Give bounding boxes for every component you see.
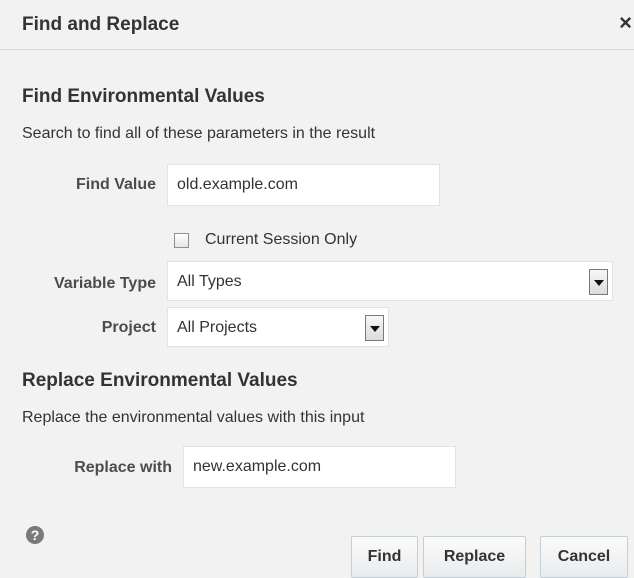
find-value-label: Find Value bbox=[75, 176, 156, 193]
current-session-checkbox[interactable] bbox=[174, 233, 189, 248]
dialog-title: Find and Replace bbox=[22, 14, 180, 35]
find-section-title: Find Environmental Values bbox=[22, 86, 265, 107]
replace-section-title: Replace Environmental Values bbox=[22, 370, 298, 391]
replace-with-input[interactable] bbox=[183, 446, 456, 488]
find-section-description: Search to find all of these parameters i… bbox=[22, 125, 376, 142]
variable-type-label: Variable Type bbox=[54, 275, 156, 292]
project-dropdown-button[interactable] bbox=[365, 315, 384, 341]
variable-type-select[interactable]: All Types bbox=[167, 261, 613, 301]
replace-section-description: Replace the environmental values with th… bbox=[22, 409, 365, 426]
current-session-label: Current Session Only bbox=[205, 231, 358, 248]
close-icon[interactable]: × bbox=[619, 12, 632, 34]
replace-with-label: Replace with bbox=[74, 459, 172, 476]
project-select[interactable]: All Projects bbox=[167, 307, 389, 347]
help-icon[interactable]: ? bbox=[26, 526, 44, 544]
chevron-down-icon bbox=[594, 280, 604, 286]
variable-type-value: All Types bbox=[177, 273, 242, 290]
find-value-input[interactable] bbox=[167, 164, 440, 206]
dialog-header: Find and Replace × bbox=[0, 0, 634, 50]
chevron-down-icon bbox=[370, 326, 380, 332]
project-value: All Projects bbox=[177, 319, 258, 336]
variable-type-dropdown-button[interactable] bbox=[589, 269, 608, 295]
project-label: Project bbox=[101, 319, 156, 336]
